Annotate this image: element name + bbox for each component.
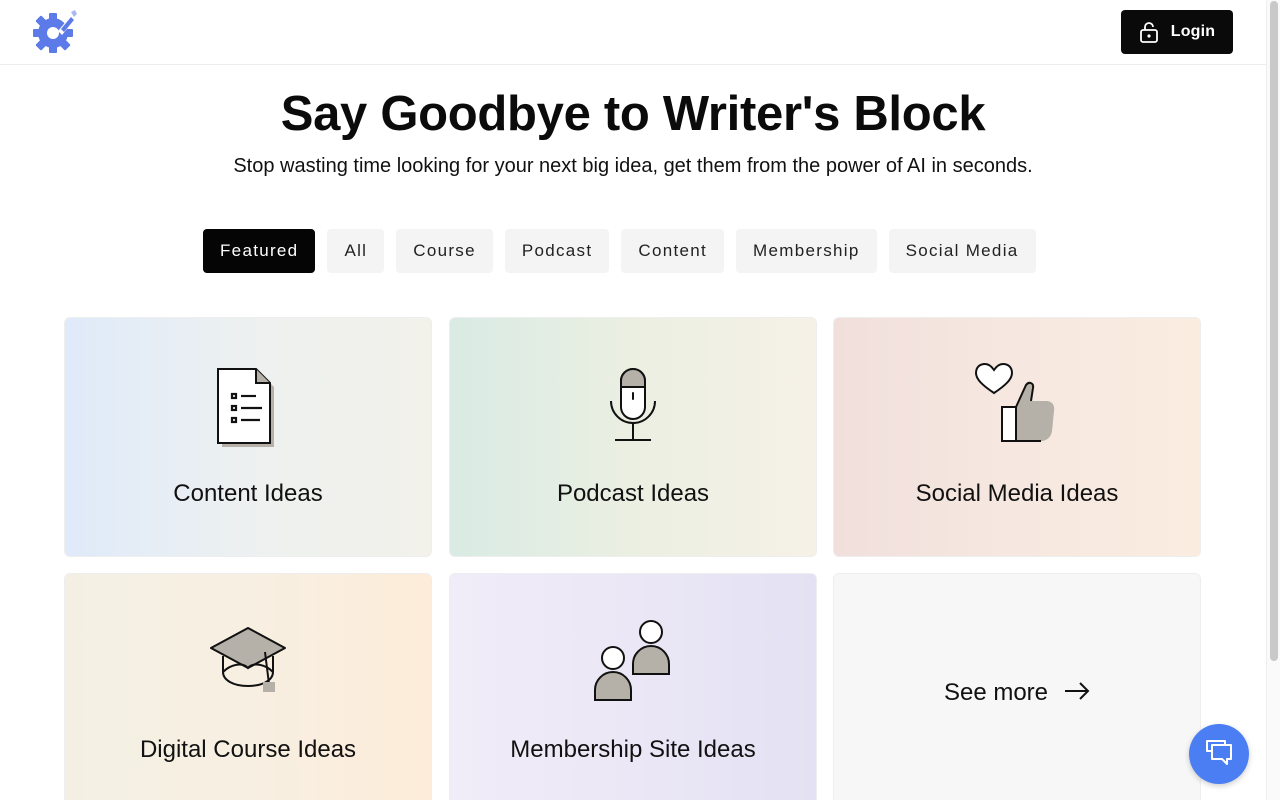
microphone-icon <box>603 363 663 452</box>
tab-all[interactable]: All <box>327 229 385 273</box>
login-label: Login <box>1170 23 1216 40</box>
tab-featured[interactable]: Featured <box>203 229 316 273</box>
tab-membership[interactable]: Membership <box>736 229 877 273</box>
page-scrollbar[interactable] <box>1266 0 1280 800</box>
card-label: Membership Site Ideas <box>510 736 756 763</box>
card-label: Podcast Ideas <box>556 480 710 507</box>
tab-content[interactable]: Content <box>621 229 725 273</box>
card-podcast-ideas[interactable]: Podcast Ideas <box>449 317 817 557</box>
chat-button[interactable] <box>1189 724 1249 784</box>
gear-pencil-logo-icon[interactable] <box>31 9 78 55</box>
card-content-ideas[interactable]: Content Ideas <box>64 317 432 557</box>
scrollbar-thumb[interactable] <box>1270 1 1278 661</box>
see-more-label: See more <box>943 679 1049 706</box>
card-label: Content Ideas <box>173 480 323 507</box>
document-list-icon <box>216 363 280 452</box>
tab-social-media[interactable]: Social Media <box>888 229 1036 273</box>
page-subtitle: Stop wasting time looking for your next … <box>233 155 1033 177</box>
card-digital-course-ideas[interactable]: Digital Course Ideas <box>64 573 432 800</box>
login-button[interactable]: Login <box>1121 10 1233 54</box>
card-social-media-ideas[interactable]: Social Media Ideas <box>833 317 1201 557</box>
see-more-card[interactable]: See more <box>833 573 1201 800</box>
graduation-cap-icon <box>209 626 287 701</box>
tab-podcast[interactable]: Podcast <box>504 229 610 273</box>
arrow-right-icon <box>1064 679 1090 707</box>
category-tabs: Featured All Course Podcast Content Memb… <box>203 229 1036 273</box>
heart-thumbs-up-icon <box>974 362 1060 452</box>
card-membership-site-ideas[interactable]: Membership Site Ideas <box>449 573 817 800</box>
unlock-icon <box>1139 21 1159 43</box>
card-label: Social Media Ideas <box>915 480 1119 507</box>
tab-course[interactable]: Course <box>396 229 493 273</box>
people-icon <box>591 618 675 709</box>
page-title: Say Goodbye to Writer's Block <box>280 87 986 141</box>
card-label: Digital Course Ideas <box>139 736 357 763</box>
chat-bubbles-icon <box>1204 739 1234 770</box>
site-header: Login <box>0 0 1266 65</box>
